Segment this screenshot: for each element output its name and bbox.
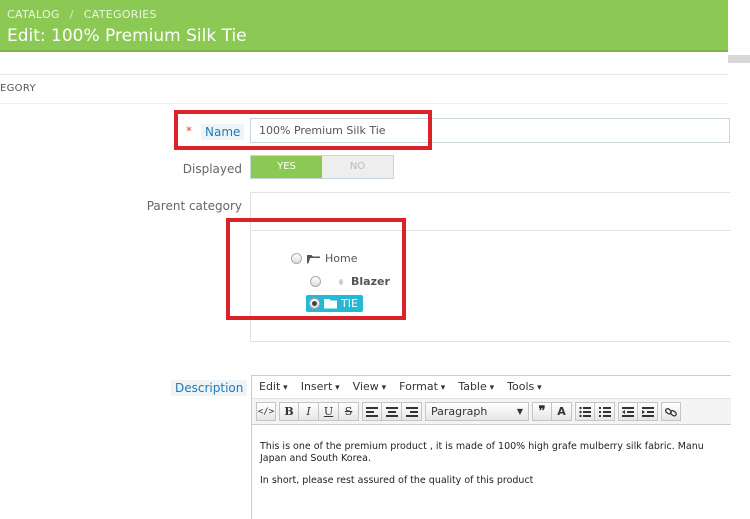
annotation-box-tree — [226, 218, 406, 320]
align-right-icon[interactable] — [402, 402, 422, 421]
content-line-2: Japan and South Korea. — [260, 452, 371, 464]
align-left-icon[interactable] — [362, 402, 382, 421]
description-label: Description — [171, 380, 248, 396]
align-center-icon[interactable] — [382, 402, 402, 421]
chevron-down-icon: ▼ — [516, 407, 523, 416]
format-select-value: Paragraph — [431, 405, 488, 418]
bold-button[interactable]: B — [279, 402, 299, 421]
breadcrumb-categories[interactable]: CATEGORIES — [84, 8, 157, 21]
strikethrough-button[interactable]: S — [339, 402, 359, 421]
link-icon[interactable] — [661, 402, 681, 421]
page-header: CATALOG / CATEGORIES Edit: 100% Premium … — [0, 0, 728, 52]
page-title: Edit: 100% Premium Silk Tie — [7, 26, 247, 46]
breadcrumb: CATALOG / CATEGORIES — [7, 8, 157, 21]
numbered-list-icon[interactable] — [595, 402, 615, 421]
indent-group — [618, 402, 658, 421]
displayed-switch[interactable]: YES NO — [250, 155, 394, 179]
menu-tools[interactable]: Tools — [507, 380, 542, 398]
content-line-1: This is one of the premium product , it … — [260, 441, 704, 452]
panel-heading: EGORY — [0, 75, 728, 104]
scroll-edge — [728, 55, 750, 63]
displayed-label: Displayed — [182, 162, 242, 176]
breadcrumb-catalog[interactable]: CATALOG — [7, 8, 60, 21]
annotation-box-name — [174, 110, 432, 150]
format-select[interactable]: Paragraph ▼ — [425, 402, 529, 421]
page: { "header": { "breadcrumb": ["CATALOG", … — [0, 0, 750, 519]
bullet-list-icon[interactable] — [575, 402, 595, 421]
menu-view[interactable]: View — [353, 380, 387, 398]
italic-button[interactable]: I — [299, 402, 319, 421]
indent-icon[interactable] — [638, 402, 658, 421]
description-editor: Edit Insert View Format Table Tools </> … — [251, 375, 731, 519]
source-code-button[interactable]: </> — [256, 402, 276, 421]
quote-color-group: ❞ A — [532, 402, 572, 421]
content-line-3: In short, please rest assured of the qua… — [260, 475, 534, 486]
menu-table[interactable]: Table — [458, 380, 494, 398]
menu-edit[interactable]: Edit — [259, 380, 288, 398]
displayed-no-option[interactable]: NO — [322, 156, 393, 178]
editor-content[interactable]: This is one of the premium product , it … — [252, 425, 731, 498]
list-group — [575, 402, 615, 421]
menu-insert[interactable]: Insert — [301, 380, 340, 398]
text-style-group: B I U S — [279, 402, 359, 421]
menu-format[interactable]: Format — [399, 380, 445, 398]
editor-toolbar: </> B I U S Paragraph ▼ ❞ A — [252, 399, 731, 425]
align-group — [362, 402, 422, 421]
underline-button[interactable]: U — [319, 402, 339, 421]
font-color-button[interactable]: A — [552, 402, 572, 421]
editor-menubar: Edit Insert View Format Table Tools — [252, 376, 731, 399]
displayed-yes-option[interactable]: YES — [251, 156, 322, 178]
blockquote-button[interactable]: ❞ — [532, 402, 552, 421]
outdent-icon[interactable] — [618, 402, 638, 421]
breadcrumb-separator: / — [69, 8, 74, 21]
parent-category-label: Parent category — [146, 199, 242, 213]
